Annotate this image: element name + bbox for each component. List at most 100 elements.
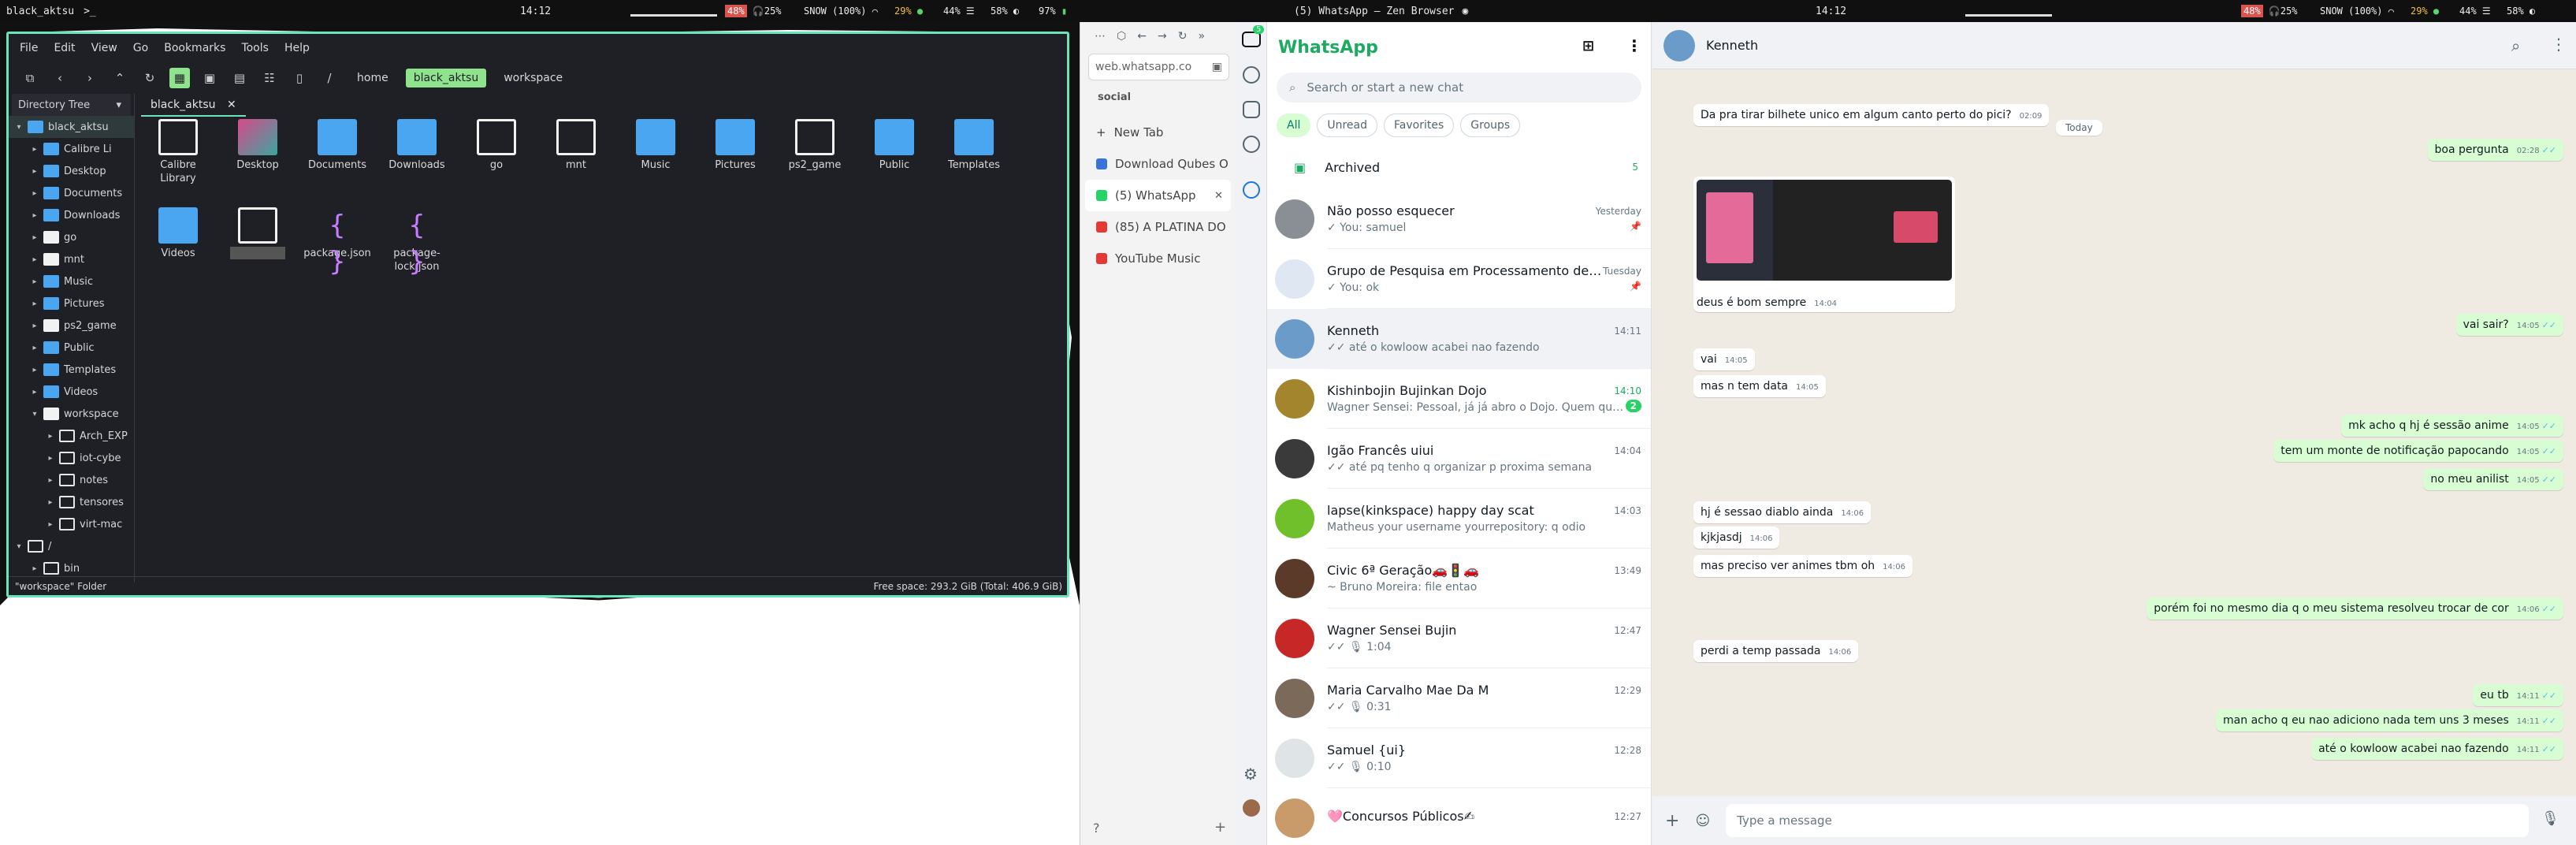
plus-icon[interactable]: +	[1665, 811, 1679, 831]
outgoing-message[interactable]: vai sair? 14:05 ✓✓	[2455, 314, 2563, 336]
outgoing-message[interactable]: eu tb 14:11 ✓✓	[2473, 684, 2563, 706]
file-item[interactable]: Public	[859, 119, 930, 172]
chevron-right-icon[interactable]: ▸	[29, 255, 40, 264]
forward-icon[interactable]: →	[1158, 30, 1167, 43]
incoming-message[interactable]: hj é sessao diablo ainda 14:06	[1693, 501, 1872, 523]
outgoing-message[interactable]: mk acho q hj é sessão anime 14:05 ✓✓	[2341, 415, 2563, 437]
tree-item[interactable]: ▸ go	[9, 226, 134, 248]
back-icon[interactable]: ‹	[50, 68, 70, 88]
thumbnail-view-button[interactable]: ▣	[199, 68, 220, 88]
chevron-right-icon[interactable]: ▸	[45, 454, 56, 463]
chevron-right-icon[interactable]: ▸	[29, 322, 40, 330]
chat-list-item[interactable]: Não posso esquecer Yesterday ✓ You: samuel…	[1267, 189, 1651, 249]
profile-avatar[interactable]	[1243, 799, 1260, 817]
tree-item[interactable]: ▸ Downloads	[9, 204, 134, 226]
reload-icon[interactable]: ↻	[1178, 30, 1188, 43]
menu-tools[interactable]: Tools	[241, 42, 269, 54]
chat-search-input[interactable]: ⌕ Search or start a new chat	[1277, 73, 1641, 102]
tree-item[interactable]: ▸ Documents	[9, 182, 134, 204]
close-icon[interactable]: ✕	[1214, 190, 1223, 202]
url-bar[interactable]: web.whatsapp.co ▣	[1088, 54, 1229, 80]
new-tab-button[interactable]: + New Tab	[1080, 117, 1236, 148]
fm-tab-black-aktsu[interactable]: black_aktsu ✕	[141, 95, 246, 117]
menu-icon[interactable]: ⋮	[1626, 36, 1642, 55]
chevron-down-icon[interactable]: ▾	[29, 410, 40, 419]
archived-row[interactable]: ▣ Archived 5	[1267, 145, 1651, 189]
file-item[interactable]: Music	[620, 119, 691, 172]
path-edit-icon[interactable]: ▯	[289, 68, 310, 88]
chat-list-item[interactable]: Wagner Sensei Bujin 12:47 ✓✓ 🎙 1:04	[1267, 609, 1651, 668]
file-item[interactable]: ps2_game	[779, 119, 850, 172]
shared-screenshot-image[interactable]	[1697, 180, 1952, 281]
back-icon[interactable]: ←	[1137, 30, 1147, 43]
chevron-right-icon[interactable]: ▸	[45, 498, 56, 507]
menu-bookmarks[interactable]: Bookmarks	[164, 42, 225, 54]
more-icon[interactable]: ⋯	[1095, 30, 1106, 43]
chat-list-item[interactable]: Kishinbojin Bujinkan Dojo 14:10 Wagner Sen…	[1267, 369, 1651, 429]
icon-view-button[interactable]: ▦	[169, 68, 190, 88]
chat-list-item[interactable]: Igão Francês uiui 14:04 ✓✓ até pq tenho q …	[1267, 429, 1651, 489]
contact-name[interactable]: Kenneth	[1706, 38, 1758, 53]
tree-item[interactable]: ▸ virt-mac	[9, 513, 134, 535]
new-chat-icon[interactable]: ⊞	[1582, 38, 1594, 54]
file-item[interactable]: Pictures	[700, 119, 771, 172]
outgoing-message[interactable]: porém foi no mesmo dia q o meu sistema r…	[2147, 597, 2563, 620]
close-icon[interactable]: ✕	[227, 99, 236, 111]
reload-icon[interactable]: ↻	[139, 68, 160, 88]
file-item[interactable]: Videos	[143, 207, 214, 260]
search-icon[interactable]: ⌕	[2511, 36, 2520, 55]
tree-item[interactable]: ▸ Pictures	[9, 292, 134, 315]
chat-list-item[interactable]: lapse(kinkspace) happy day scat 14:03 Math…	[1267, 489, 1651, 549]
channels-icon[interactable]	[1243, 101, 1260, 118]
chevron-right-icon[interactable]: ▸	[29, 167, 40, 176]
file-item[interactable]: go	[461, 119, 532, 172]
browser-tab[interactable]: (85) A PLATINA DO	[1080, 211, 1236, 243]
forward-icon[interactable]: ›	[80, 68, 100, 88]
up-icon[interactable]: ⌃	[110, 68, 130, 88]
tree-item[interactable]: ▸ mnt	[9, 248, 134, 270]
tree-item[interactable]: ▸ Videos	[9, 381, 134, 403]
microphone-icon[interactable]: 🎙	[2541, 810, 2559, 827]
chevron-right-icon[interactable]: ▸	[29, 145, 40, 154]
chat-list-item[interactable]: Grupo de Pesquisa em Processamento de ..…	[1267, 249, 1651, 309]
chevron-right-icon[interactable]: ▸	[29, 189, 40, 198]
tree-item[interactable]: ▾ black_aktsu	[9, 116, 134, 138]
compact-view-button[interactable]: ▤	[229, 68, 250, 88]
file-item[interactable]: Downloads	[381, 119, 452, 172]
tree-item[interactable]: ▸ Music	[9, 270, 134, 292]
filter-groups[interactable]: Groups	[1460, 114, 1521, 137]
menu-file[interactable]: File	[20, 42, 38, 54]
conversation-header[interactable]: Kenneth ⌕ ⋮	[1652, 22, 2576, 69]
help-icon[interactable]: ?	[1093, 821, 1100, 836]
outgoing-message[interactable]: man acho q eu nao adiciono nada tem uns …	[2216, 709, 2563, 731]
menu-help[interactable]: Help	[284, 42, 310, 54]
incoming-message[interactable]: perdi a temp passada 14:06	[1693, 640, 1859, 662]
chats-icon[interactable]	[1242, 32, 1261, 47]
file-item[interactable]: Templates	[939, 119, 1009, 172]
chevron-right-icon[interactable]: ▸	[29, 344, 40, 352]
incoming-message[interactable]: mas n tem data 14:05	[1693, 375, 1826, 397]
communities-icon[interactable]	[1243, 136, 1260, 153]
chat-list-item[interactable]: 🩷Concursos Públicos✍ 12:27	[1267, 788, 1651, 845]
extension-icon[interactable]: ⬡	[1117, 30, 1126, 43]
detail-view-button[interactable]: ☷	[259, 68, 280, 88]
new-tab-icon[interactable]: ⧉	[20, 68, 40, 88]
file-item[interactable]	[222, 207, 293, 259]
chat-list-item[interactable]: Samuel {ui} 12:28 ✓✓ 🎙 0:10	[1267, 728, 1651, 788]
chevron-right-icon[interactable]: ▸	[29, 300, 40, 308]
chevron-right-icon[interactable]: ▸	[29, 564, 40, 573]
chevron-right-icon[interactable]: ▸	[45, 432, 56, 441]
chevron-right-icon[interactable]: ▸	[29, 366, 40, 374]
chevron-right-icon[interactable]: ▸	[29, 233, 40, 242]
message-input[interactable]: Type a message	[1726, 804, 2529, 837]
directory-tree-selector[interactable]: Directory Tree ▾	[12, 94, 131, 116]
contact-avatar[interactable]	[1663, 29, 1695, 61]
chevron-right-icon[interactable]: ▸	[29, 277, 40, 286]
menu-go[interactable]: Go	[133, 42, 148, 54]
filter-all[interactable]: All	[1277, 114, 1311, 137]
root-slash-icon[interactable]: /	[319, 68, 340, 88]
chat-list-item[interactable]: Civic 6ª Geração🚗🚦🚗 13:49 ~ Bruno Moreira:…	[1267, 549, 1651, 609]
chevron-right-icon[interactable]: ▸	[45, 520, 56, 529]
status-icon[interactable]	[1243, 66, 1260, 84]
chevron-right-icon[interactable]: ▸	[45, 476, 56, 485]
